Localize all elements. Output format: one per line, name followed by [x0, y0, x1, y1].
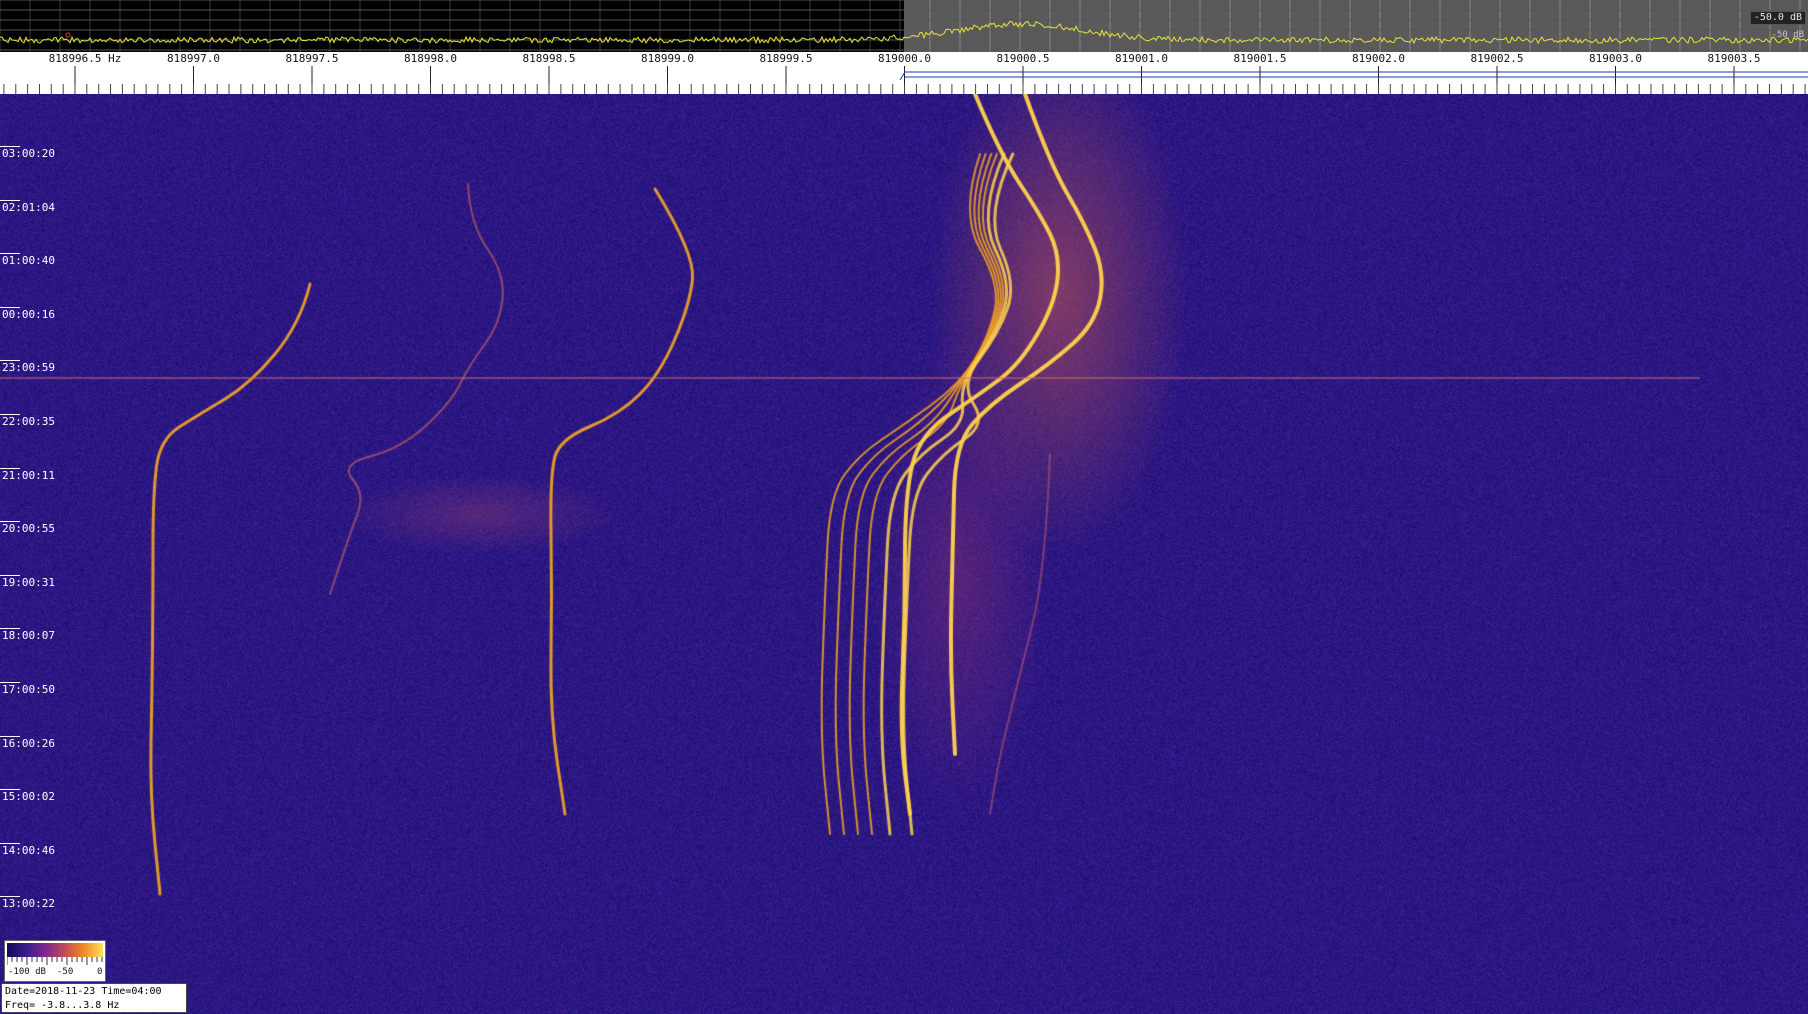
freq-label: 818999.0 [641, 52, 694, 65]
date-time-text: Date=2018-11-23 Time=04:00 [5, 986, 162, 997]
time-label: 15:00:02 [2, 790, 55, 804]
freq-label: 818999.5 [759, 52, 813, 65]
passband-marker [899, 71, 1808, 81]
legend-mid-label: -50 [57, 967, 74, 977]
info-box: Date=2018-11-23 Time=04:00 Freq= -3.8...… [1, 983, 187, 1013]
freq-label: 818998.5 [522, 52, 576, 65]
freq-label: 818997.5 [285, 52, 339, 65]
legend-max-label: 0 [97, 967, 103, 977]
freq-label: 819003.0 [1589, 52, 1642, 65]
freq-range-text: Freq= -3.8...3.8 Hz [5, 1000, 120, 1011]
time-label: 18:00:07 [2, 629, 55, 643]
freq-label: 819000.0 [878, 52, 931, 65]
time-label: 19:00:31 [2, 575, 55, 589]
spectrum-panel: -50.0 dB -50 dB [0, 0, 1808, 52]
freq-label: 819002.5 [1470, 52, 1524, 65]
time-label: 03:00:20 [2, 147, 55, 160]
time-label: 00:00:16 [2, 307, 55, 321]
freq-label: 818997.0 [167, 52, 220, 65]
time-label: 20:00:55 [2, 522, 55, 536]
waterfall-spectrogram: 03:00:20 02:01:04 01:00:40 00:00:16 23:00:59… [0, 94, 1808, 1014]
waterfall-canvas [0, 94, 1808, 1014]
time-label: 01:00:40 [2, 254, 55, 268]
freq-label: 819000.5 [996, 52, 1050, 65]
time-label: 14:00:46 [2, 843, 55, 857]
freq-label: 819001.5 [1233, 52, 1287, 65]
color-scale-ticks [7, 957, 103, 965]
spectrum-plot [0, 0, 1808, 52]
time-label: 17:00:50 [2, 683, 55, 696]
freq-label: 818996.5 Hz [48, 52, 122, 65]
time-label: 13:00:22 [2, 897, 55, 911]
time-label: 21:00:11 [2, 468, 55, 482]
freq-label: 819003.5 [1707, 52, 1761, 65]
time-label: 23:00:59 [2, 361, 55, 375]
db-level-label-secondary: -50 dB [1771, 30, 1804, 40]
freq-label: 818998.0 [404, 52, 457, 65]
color-scale-legend: -100 dB -50 0 [4, 940, 106, 982]
legend-min-label: -100 dB [8, 967, 46, 977]
spectrum-marker [65, 32, 71, 38]
frequency-ruler: 818996.5 Hz 818997.0 818997.5 818998.0 81899… [0, 52, 1808, 94]
time-label: 22:00:35 [2, 415, 55, 428]
time-label: 02:01:04 [2, 200, 55, 214]
freq-label: 819001.0 [1115, 52, 1168, 65]
freq-label: 819002.0 [1352, 52, 1405, 65]
color-scale-bar [7, 943, 103, 957]
db-level-label: -50.0 dB [1749, 11, 1806, 25]
time-label: 16:00:26 [2, 736, 55, 750]
